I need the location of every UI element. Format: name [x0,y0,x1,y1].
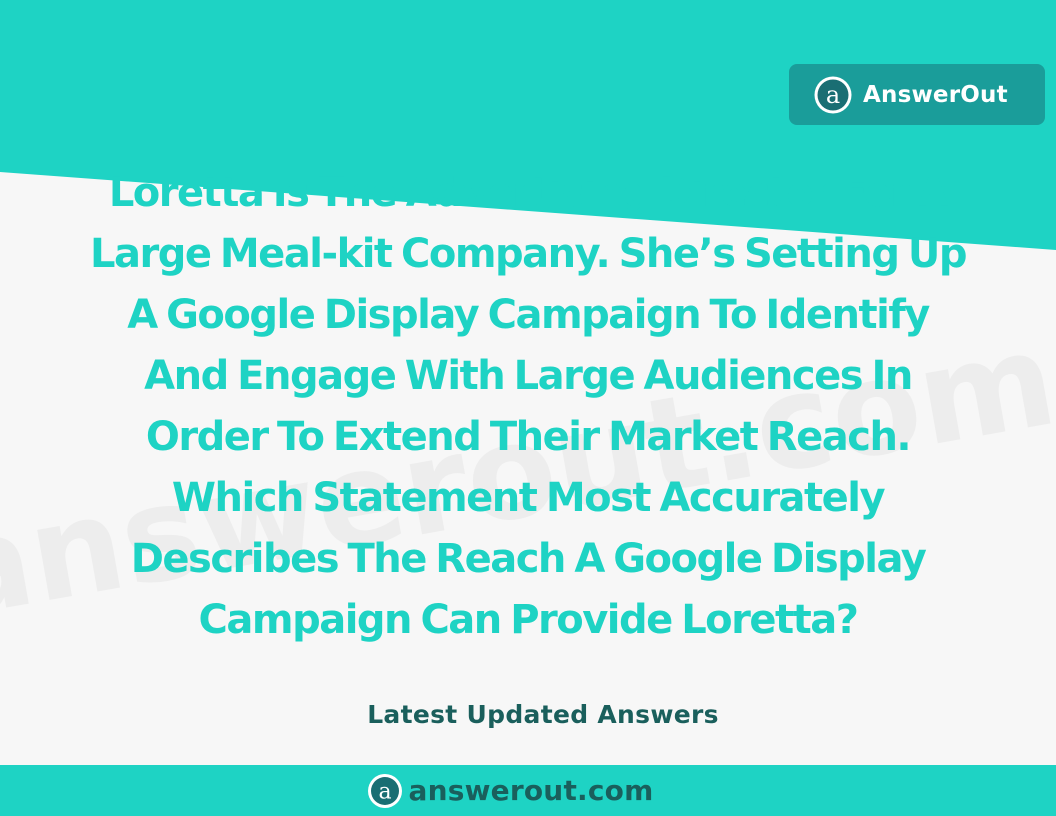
question-line: And Engage With Large Audiences In [144,353,913,399]
question-line: Campaign Can Provide Loretta? [198,597,859,643]
svg-text:a: a [826,81,840,109]
brand-name: AnswerOut [863,81,1008,108]
footer-domain: answerout.com [408,774,654,807]
question-line: Loretta Is The Advertising Director For … [108,170,949,216]
question-line: Large Meal-kit Company. She’s Setting Up [89,231,968,277]
svg-text:a: a [378,779,391,804]
at-sign-icon: a [814,76,852,113]
brand-badge[interactable]: a AnswerOut [789,64,1045,125]
question-line: Order To Extend Their Market Reach. [145,414,912,460]
footer-bar: a answerout.com [0,765,1056,816]
latest-updated-answers-label: Latest Updated Answers [367,700,719,729]
question-line: A Google Display Campaign To Identify [127,292,930,338]
question-line: Which Statement Most Accurately [171,475,886,521]
at-sign-icon: a [367,773,402,808]
footer-link[interactable]: a answerout.com [367,773,654,809]
question-title: Loretta Is The Advertising Director For … [0,163,1056,651]
question-line: Describes The Reach A Google Display [130,536,927,582]
